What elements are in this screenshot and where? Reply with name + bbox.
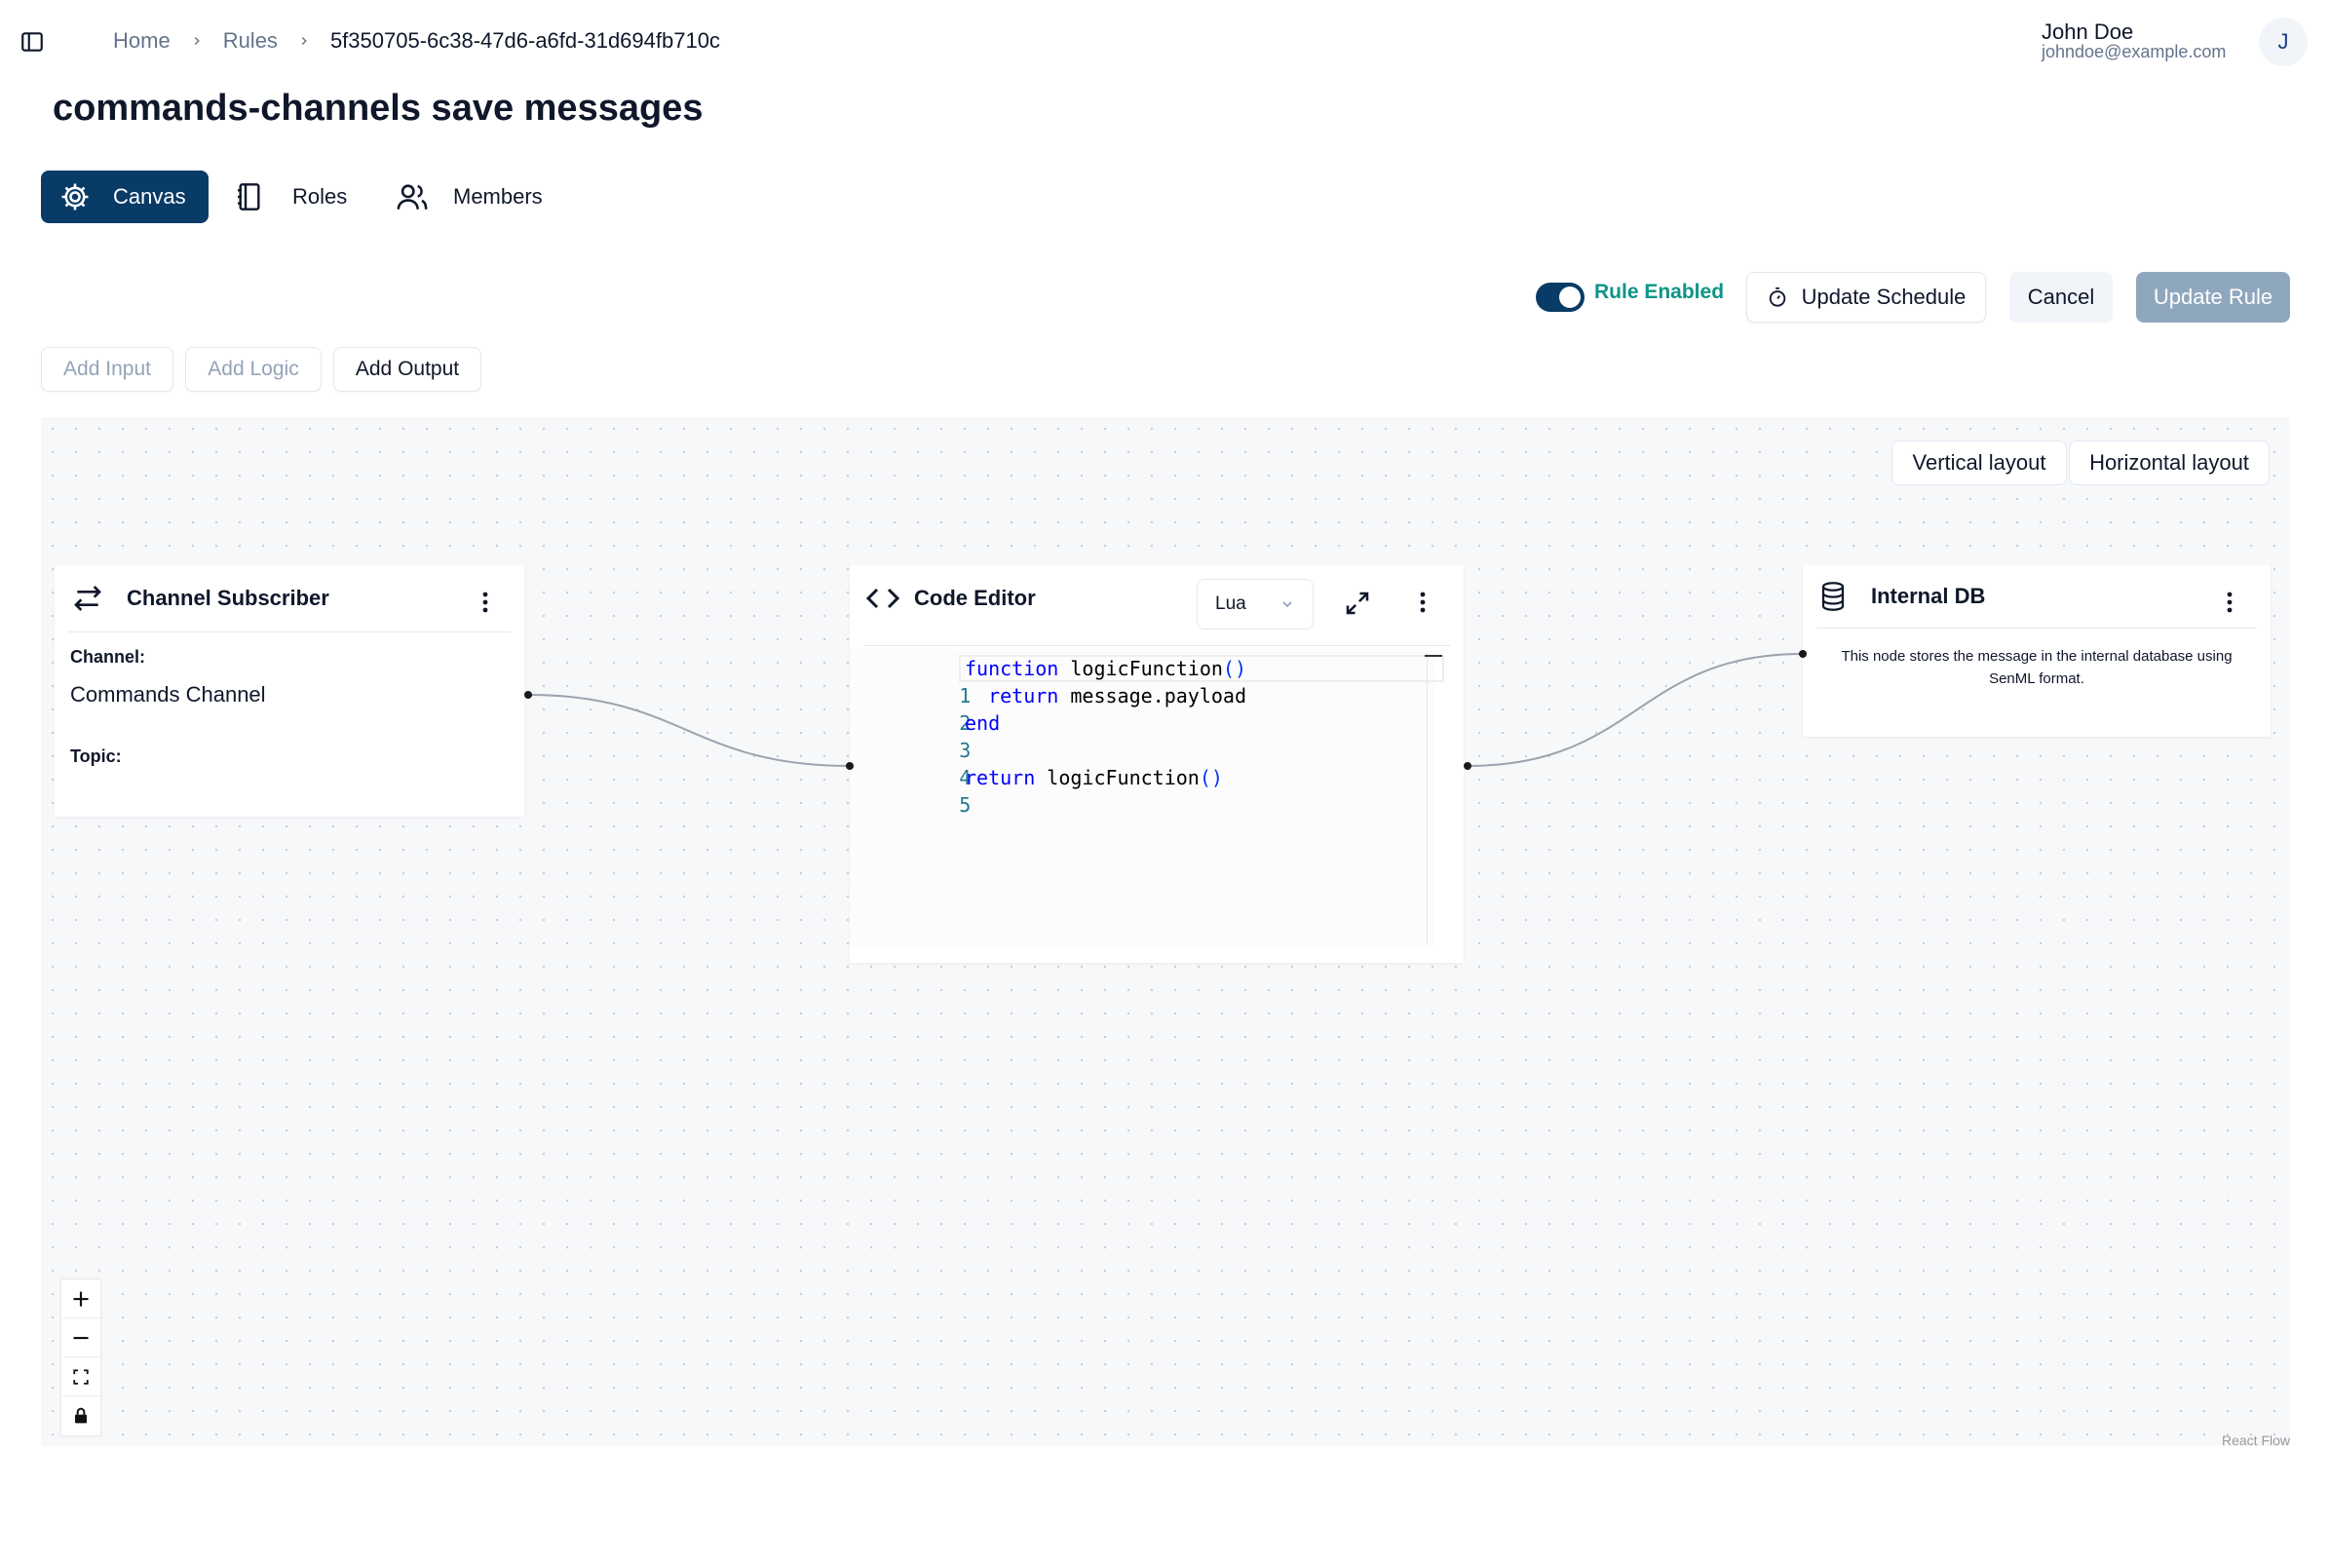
scrollbar-marker: [1425, 655, 1442, 657]
expand-icon[interactable]: [1343, 589, 1372, 618]
add-input-button[interactable]: Add Input: [41, 347, 173, 392]
database-icon: [1818, 580, 1848, 613]
more-vertical-icon[interactable]: [1411, 587, 1434, 618]
lock-icon[interactable]: [61, 1396, 100, 1435]
code-line: 4: [959, 766, 972, 789]
code-editor[interactable]: 1 function logicFunction() 2 return messa…: [850, 649, 1444, 947]
update-rule-button[interactable]: Update Rule: [2136, 272, 2290, 323]
code-icon: [865, 584, 900, 613]
cancel-button[interactable]: Cancel: [2009, 272, 2113, 323]
breadcrumb: Home Rules 5f350705-6c38-47d6-a6fd-31d69…: [113, 25, 720, 57]
internal-db-node[interactable]: Internal DB This node stores the message…: [1803, 565, 2271, 737]
chevron-right-icon: [297, 34, 311, 48]
horizontal-layout-button[interactable]: Horizontal layout: [2069, 440, 2270, 485]
fit-view-icon[interactable]: [61, 1358, 100, 1396]
code-editor-node[interactable]: Code Editor Lua 1 function logicFunction(…: [850, 565, 1464, 963]
sidebar-toggle-icon[interactable]: [19, 29, 45, 55]
output-handle[interactable]: [524, 691, 532, 699]
breadcrumb-current: 5f350705-6c38-47d6-a6fd-31d694fb710c: [329, 28, 720, 53]
arrows-swap-icon: [72, 583, 103, 614]
node-title: Code Editor: [914, 586, 1036, 610]
zoom-in-icon[interactable]: [61, 1280, 100, 1319]
channel-value: Commands Channel: [70, 682, 266, 707]
flow-controls: [61, 1280, 100, 1435]
chevron-right-icon: [190, 34, 204, 48]
divider: [1816, 628, 2257, 629]
user-email: johndoe@example.com: [2042, 42, 2227, 61]
more-vertical-icon[interactable]: [474, 587, 497, 618]
users-icon: [395, 180, 430, 213]
rule-enabled-label: Rule Enabled: [1594, 281, 1725, 303]
input-handle[interactable]: [1799, 650, 1807, 658]
code-line: 3 end: [959, 711, 1001, 762]
node-description: This node stores the message in the inte…: [1841, 648, 2233, 687]
topic-label: Topic:: [70, 746, 122, 766]
zoom-out-icon[interactable]: [61, 1319, 100, 1358]
avatar[interactable]: J: [2259, 18, 2308, 66]
editor-scrollbar[interactable]: [1427, 653, 1428, 945]
add-logic-button[interactable]: Add Logic: [185, 347, 322, 392]
gear-icon: [58, 180, 92, 213]
breadcrumb-home[interactable]: Home: [113, 28, 171, 54]
divider: [68, 631, 511, 632]
output-handle[interactable]: [1464, 762, 1471, 770]
chevron-down-icon: [1280, 596, 1295, 612]
update-schedule-button[interactable]: Update Schedule: [1746, 272, 1986, 323]
code-line: 1 function logicFunction(): [959, 657, 1247, 708]
add-output-button[interactable]: Add Output: [333, 347, 481, 392]
divider: [863, 645, 1450, 646]
code-line: 5 return logicFunction(): [959, 766, 1223, 817]
tab-roles[interactable]: Roles: [234, 171, 347, 223]
tab-label: Canvas: [113, 184, 186, 209]
rule-enabled-toggle[interactable]: [1536, 283, 1585, 312]
channel-subscriber-node[interactable]: Channel Subscriber Channel: Commands Cha…: [55, 565, 524, 817]
code-line: 2 return message.payload: [959, 684, 1246, 735]
react-flow-attribution[interactable]: React Flow: [2222, 1433, 2290, 1448]
tab-label: Members: [453, 184, 543, 209]
breadcrumb-rules[interactable]: Rules: [223, 28, 278, 54]
vertical-layout-button[interactable]: Vertical layout: [1891, 440, 2067, 485]
timer-icon: [1767, 287, 1788, 308]
language-select[interactable]: Lua: [1197, 579, 1314, 630]
tab-members[interactable]: Members: [395, 171, 543, 223]
page-title: commands-channels save messages: [53, 88, 704, 129]
input-handle[interactable]: [846, 762, 854, 770]
channel-label: Channel:: [70, 647, 146, 667]
tab-label: Roles: [292, 184, 348, 209]
tab-canvas[interactable]: Canvas: [41, 171, 209, 223]
node-title: Channel Subscriber: [127, 586, 329, 610]
notebook-icon: [234, 180, 265, 213]
more-vertical-icon[interactable]: [2218, 587, 2241, 618]
node-title: Internal DB: [1871, 584, 1986, 608]
